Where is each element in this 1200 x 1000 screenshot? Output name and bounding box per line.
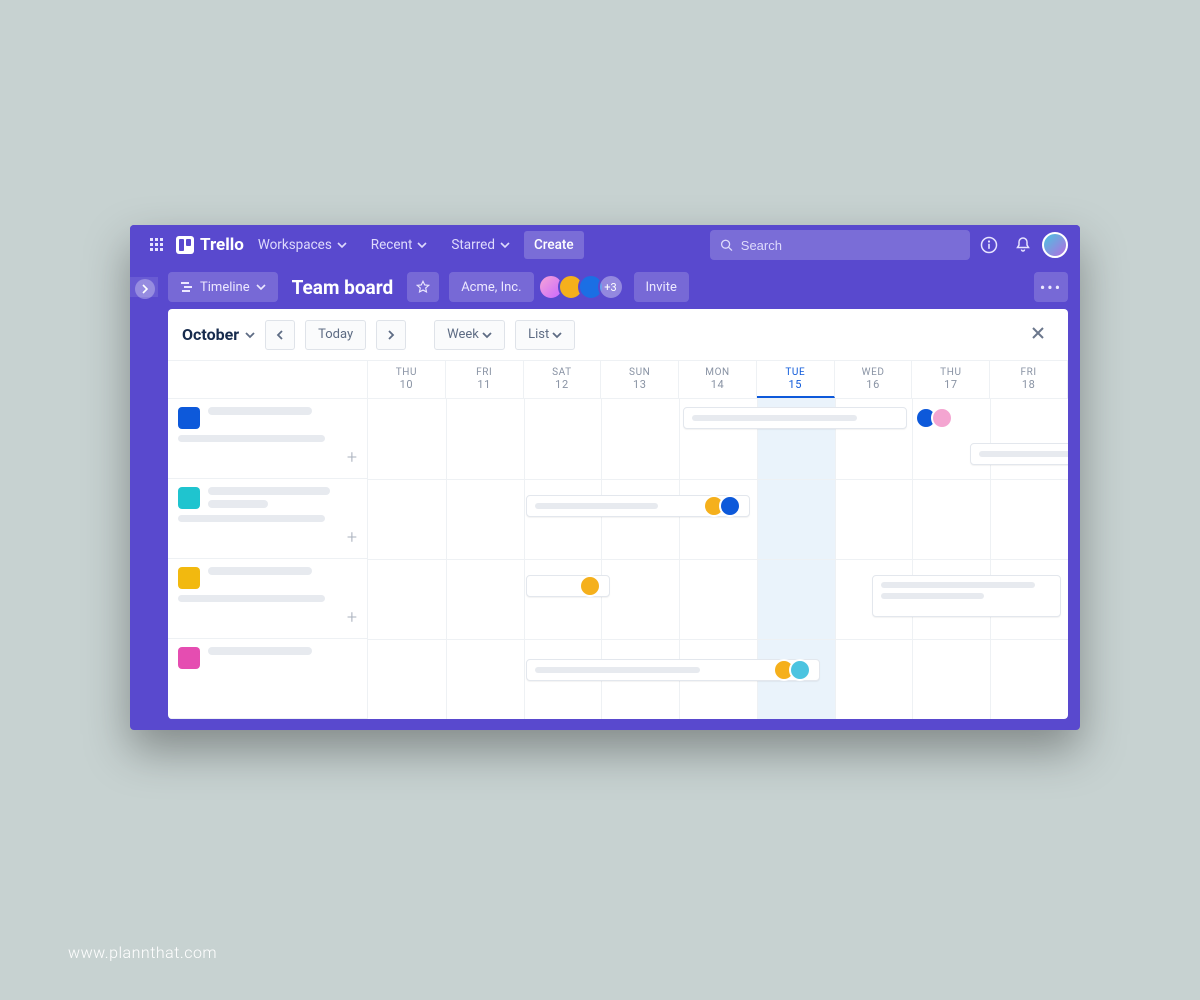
info-button[interactable] xyxy=(974,230,1004,260)
info-icon xyxy=(980,236,998,254)
apps-grid-icon[interactable] xyxy=(142,230,172,260)
create-button-label: Create xyxy=(534,237,574,253)
prev-button[interactable] xyxy=(265,320,295,350)
range-label: Week xyxy=(447,327,479,342)
star-board-button[interactable] xyxy=(407,272,439,302)
timeline-card[interactable] xyxy=(683,407,907,429)
member-avatar[interactable] xyxy=(719,495,741,517)
day-header[interactable]: THU10 xyxy=(368,361,446,398)
close-button[interactable] xyxy=(1022,318,1054,351)
workspace-pill[interactable]: Acme, Inc. xyxy=(449,272,533,302)
ellipsis-icon: ••• xyxy=(1040,278,1062,297)
board-bar: Timeline Team board Acme, Inc. +3 Invite… xyxy=(130,265,1080,309)
day-header[interactable]: TUE15 xyxy=(757,361,835,398)
day-header[interactable]: WED16 xyxy=(835,361,913,398)
board-menu-button[interactable]: ••• xyxy=(1034,272,1068,302)
list-row[interactable]: + xyxy=(168,559,367,639)
month-label: October xyxy=(182,325,239,344)
page-watermark: www.plannthat.com xyxy=(68,943,217,962)
nav-workspaces-label: Workspaces xyxy=(258,237,332,253)
bell-icon xyxy=(1014,236,1032,254)
star-icon xyxy=(416,280,430,294)
calendar-body[interactable] xyxy=(368,399,1068,719)
nav-starred[interactable]: Starred xyxy=(441,231,520,259)
brand[interactable]: Trello xyxy=(176,235,244,255)
search-input[interactable] xyxy=(741,238,960,253)
timeline-card[interactable] xyxy=(526,659,820,681)
list-icon xyxy=(178,487,200,509)
board-members[interactable]: +3 xyxy=(544,274,624,300)
nav-workspaces[interactable]: Workspaces xyxy=(248,231,357,259)
chevron-right-icon xyxy=(386,330,396,340)
list-row[interactable] xyxy=(168,639,367,719)
timeline-card[interactable] xyxy=(970,443,1068,465)
chevron-down-icon xyxy=(256,282,266,292)
month-picker[interactable]: October xyxy=(182,325,255,344)
add-card-button[interactable]: + xyxy=(347,447,357,468)
chevron-down-icon xyxy=(337,240,347,250)
expand-sidebar-button[interactable] xyxy=(135,279,155,299)
display-label: List xyxy=(528,327,549,342)
chevron-down-icon xyxy=(500,240,510,250)
timeline-card[interactable] xyxy=(526,495,750,517)
today-button[interactable]: Today xyxy=(305,320,366,350)
list-icon xyxy=(178,647,200,669)
create-button[interactable]: Create xyxy=(524,231,584,259)
day-header[interactable]: MON14 xyxy=(679,361,757,398)
notifications-button[interactable] xyxy=(1008,230,1038,260)
invite-label: Invite xyxy=(646,280,677,295)
search-icon xyxy=(720,238,733,252)
member-overflow[interactable]: +3 xyxy=(598,274,624,300)
day-header[interactable]: SUN13 xyxy=(601,361,679,398)
list-icon xyxy=(178,567,200,589)
timeline-card[interactable] xyxy=(872,575,1061,617)
trello-logo-icon xyxy=(176,236,194,254)
workspace-name: Acme, Inc. xyxy=(461,280,521,295)
day-header[interactable]: FRI18 xyxy=(990,361,1068,398)
timeline-icon xyxy=(180,280,194,294)
timeline-rightcol: THU10FRI11SAT12SUN13MON14TUE15WED16THU17… xyxy=(368,361,1068,719)
invite-button[interactable]: Invite xyxy=(634,272,689,302)
list-row[interactable]: + xyxy=(168,399,367,479)
day-header[interactable]: SAT12 xyxy=(524,361,602,398)
view-switcher-label: Timeline xyxy=(200,280,250,295)
member-avatar[interactable] xyxy=(789,659,811,681)
chevron-right-icon xyxy=(140,284,150,294)
add-card-button[interactable]: + xyxy=(347,527,357,548)
board-title[interactable]: Team board xyxy=(288,276,398,299)
member-avatar[interactable] xyxy=(579,575,601,597)
chevron-down-icon xyxy=(552,330,562,340)
display-dropdown[interactable]: List xyxy=(515,320,575,350)
add-card-button[interactable]: + xyxy=(347,607,357,628)
nav-starred-label: Starred xyxy=(451,237,495,253)
member-avatar[interactable] xyxy=(931,407,953,429)
chevron-left-icon xyxy=(275,330,285,340)
brand-text: Trello xyxy=(200,235,244,255)
timeline-card[interactable] xyxy=(526,575,610,597)
day-header[interactable]: FRI11 xyxy=(446,361,524,398)
day-header[interactable]: THU17 xyxy=(912,361,990,398)
next-button[interactable] xyxy=(376,320,406,350)
account-avatar[interactable] xyxy=(1042,232,1068,258)
timeline-controls: October Today Week List xyxy=(168,309,1068,361)
timeline-leftcol: + + + xyxy=(168,361,368,719)
timeline-panel: October Today Week List xyxy=(168,309,1068,719)
list-icon xyxy=(178,407,200,429)
range-dropdown[interactable]: Week xyxy=(434,320,505,350)
card-members xyxy=(921,407,953,429)
chevron-down-icon xyxy=(482,330,492,340)
chevron-down-icon xyxy=(417,240,427,250)
search-box[interactable] xyxy=(710,230,970,260)
app-window: Trello Workspaces Recent Starred Create xyxy=(130,225,1080,730)
sidebar-collapsed xyxy=(130,277,158,297)
list-row[interactable]: + xyxy=(168,479,367,559)
close-icon xyxy=(1030,325,1046,341)
timeline-grid: + + + xyxy=(168,361,1068,719)
nav-recent[interactable]: Recent xyxy=(361,231,438,259)
view-switcher[interactable]: Timeline xyxy=(168,272,278,302)
nav-recent-label: Recent xyxy=(371,237,413,253)
chevron-down-icon xyxy=(245,330,255,340)
topnav: Trello Workspaces Recent Starred Create xyxy=(130,225,1080,265)
